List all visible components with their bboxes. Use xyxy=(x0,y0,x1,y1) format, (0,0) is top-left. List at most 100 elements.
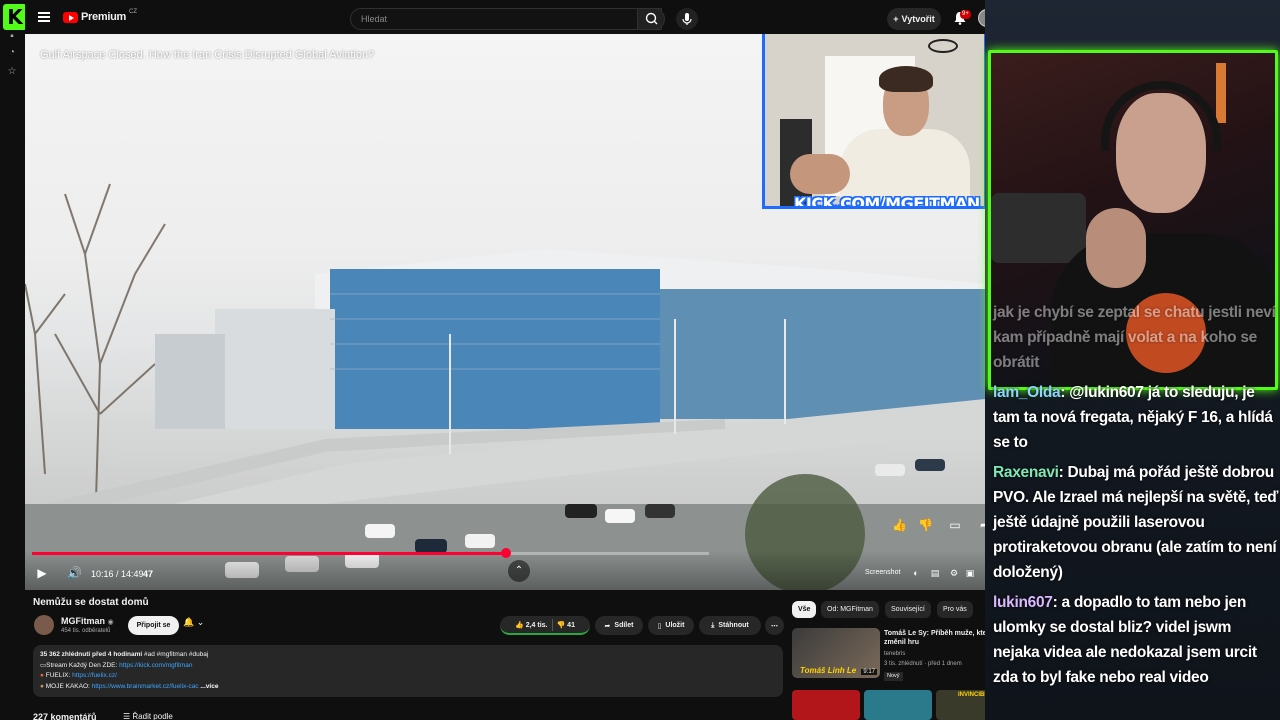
dislike-button[interactable]: 👎 41 xyxy=(557,621,575,629)
home-icon[interactable]: ▪ xyxy=(6,31,18,43)
fuelix-text: FUELIX: xyxy=(45,672,73,679)
rec-thumb-text: Tomáš Linh Le xyxy=(800,666,857,675)
chat-message: jak je chybí se zeptal se chatu jestli n… xyxy=(993,300,1280,375)
rec-channel[interactable]: tenebris xyxy=(884,651,905,657)
more-actions-button[interactable]: ⋯ xyxy=(765,616,784,635)
download-icon: ⤓ xyxy=(711,621,715,629)
channel-name[interactable]: MGFitman ◉ xyxy=(61,616,114,626)
sort-button[interactable]: ☰ Řadit podle xyxy=(123,712,173,720)
bell-outline-icon: 🔔 xyxy=(183,617,195,627)
miniplayer-icon[interactable]: ▣ xyxy=(963,566,977,580)
chevron-down-icon: ⌄ xyxy=(196,617,205,627)
channel-subscribers: 454 tis. odběratelů xyxy=(61,628,111,634)
sort-icon: ☰ xyxy=(123,712,131,720)
host-hand xyxy=(1086,208,1146,288)
notifications-button[interactable]: 🔔 ⌄ xyxy=(183,617,215,634)
verified-icon: ◉ xyxy=(107,619,114,626)
download-label: Stáhnout xyxy=(718,622,749,629)
video-player[interactable]: Gulf Airspace Closed. How the Iran Crisi… xyxy=(25,34,1012,590)
rec-duration: 9:17 xyxy=(861,669,877,675)
youtube-region: CZ xyxy=(128,9,137,15)
volume-icon[interactable]: 🔊 xyxy=(67,566,82,580)
sort-label: Řadit podle xyxy=(132,712,173,720)
rec-thumbnail-2[interactable] xyxy=(792,690,860,720)
description-line-fuelix: ● FUELIX: https://fuelix.cz/ xyxy=(40,671,776,682)
channel-avatar[interactable] xyxy=(34,615,54,635)
share-icon: ➦ xyxy=(604,622,611,630)
progress-bar[interactable] xyxy=(32,548,709,558)
fuelix-link[interactable]: https://fuelix.cz/ xyxy=(72,672,117,679)
divider xyxy=(551,618,553,631)
dislike-count: 41 xyxy=(567,621,575,629)
history-icon[interactable]: ◔ xyxy=(6,47,18,59)
brainmarket-link[interactable]: https://www.brainmarket.cz/fuelix-cac xyxy=(92,683,199,690)
cup-icon: ● xyxy=(40,682,44,690)
youtube-brand: Premium xyxy=(81,11,126,23)
comments-count: 227 komentářů xyxy=(33,712,97,720)
subtitles-icon[interactable]: ▤ xyxy=(928,566,942,580)
comment-overlay-icon[interactable]: ▭ xyxy=(948,518,962,532)
progress-scrubber[interactable] xyxy=(500,548,511,558)
description-stats-line: 35 362 zhlédnutí před 4 hodinami #ad #mg… xyxy=(40,650,776,661)
like-count: 2,4 tis. xyxy=(525,621,548,629)
chat-message: lukin607: a dopadlo to tam nebo jen ulom… xyxy=(993,590,1280,690)
download-button[interactable]: ⤓ Stáhnout xyxy=(699,616,761,635)
search-box xyxy=(350,8,662,30)
autoplay-icon[interactable]: ◐ xyxy=(909,566,923,580)
view-stats: 35 362 zhlédnutí před 4 hodinami xyxy=(40,651,143,658)
rec-title[interactable]: Tomáš Le Sy: Příběh muže, který změnil h… xyxy=(884,629,994,647)
stream-text: Stream Každý Den ZDE: xyxy=(46,661,120,669)
chip-for-you[interactable]: Pro vás xyxy=(937,601,973,618)
voice-search-button[interactable] xyxy=(676,8,698,30)
chevron-up-icon[interactable]: ⌃ xyxy=(508,560,530,582)
recommendations: Vše Od: MGFitman Související Pro vás › T… xyxy=(790,598,1012,720)
rec-next-row: INVINCIBLE xyxy=(792,690,1010,720)
menu-icon[interactable] xyxy=(38,12,50,22)
search-icon xyxy=(645,12,658,25)
screenshot-button[interactable]: Screenshot xyxy=(865,569,900,576)
video-title: Nemůžu se dostat domů xyxy=(33,597,149,608)
chip-related[interactable]: Související xyxy=(885,601,931,618)
ceiling-lamp xyxy=(928,39,958,53)
plus-icon: + xyxy=(893,14,899,24)
kick-link[interactable]: https://kick.com/mgfitman xyxy=(119,662,192,669)
chat-feed: jak je chybí se zeptal se chatu jestli n… xyxy=(993,300,1280,720)
side-building xyxy=(215,309,335,429)
rec-meta: 3 tis. zhlédnutí · před 1 dnem xyxy=(884,661,962,667)
rec-thumbnail-3[interactable] xyxy=(864,690,932,720)
share-label: Sdílet xyxy=(614,622,634,629)
star-icon[interactable]: ☆ xyxy=(6,66,18,78)
youtube-logo[interactable]: Premium CZ xyxy=(63,9,137,23)
show-more-link[interactable]: ...více xyxy=(200,683,218,690)
hashtags[interactable]: #ad #mgfitman #dubaj xyxy=(144,651,208,658)
terminal-glass-facade xyxy=(330,269,660,429)
microphone-icon xyxy=(682,13,692,25)
side-building-2 xyxy=(155,334,225,429)
rec-thumbnail[interactable]: Tomáš Linh Le 9:17 xyxy=(792,628,880,678)
dislike-overlay-icon[interactable]: 👎 xyxy=(918,518,933,532)
play-icon[interactable]: ▶ xyxy=(35,566,49,580)
search-button[interactable] xyxy=(637,8,665,30)
chip-all[interactable]: Vše xyxy=(792,601,817,618)
streamer-hand xyxy=(790,154,850,194)
search-input[interactable] xyxy=(351,9,601,29)
save-button[interactable]: ▯ Uložit xyxy=(648,616,694,635)
chat-username[interactable]: lukin607 xyxy=(993,594,1053,611)
create-button[interactable]: + Vytvořit xyxy=(887,8,941,30)
chat-text: : Dubaj má pořád ještě dobrou PVO. Ale I… xyxy=(993,464,1279,581)
like-button[interactable]: 👍 2,4 tis. xyxy=(515,621,547,629)
like-overlay-icon[interactable]: 👍 xyxy=(892,518,907,532)
join-button[interactable]: Připojit se xyxy=(128,616,179,635)
chip-from-channel[interactable]: Od: MGFitman xyxy=(821,601,879,618)
left-strip: K ▪ ◔ ☆ xyxy=(0,0,27,720)
chat-username[interactable]: lam_Olda xyxy=(993,384,1061,401)
like-dislike-group: 👍 2,4 tis. 👎 41 xyxy=(500,616,590,635)
chat-username[interactable]: Raxenavi xyxy=(993,464,1059,481)
description-box[interactable]: 35 362 zhlédnutí před 4 hodinami #ad #mg… xyxy=(33,645,783,697)
more-icon: ⋯ xyxy=(771,622,778,630)
settings-icon[interactable]: ⚙ xyxy=(947,566,961,580)
streamer-hair xyxy=(879,66,933,92)
kick-logo[interactable]: K xyxy=(3,4,27,30)
microphone-arm xyxy=(991,193,1086,263)
share-button[interactable]: ➦ Sdílet xyxy=(595,616,643,635)
